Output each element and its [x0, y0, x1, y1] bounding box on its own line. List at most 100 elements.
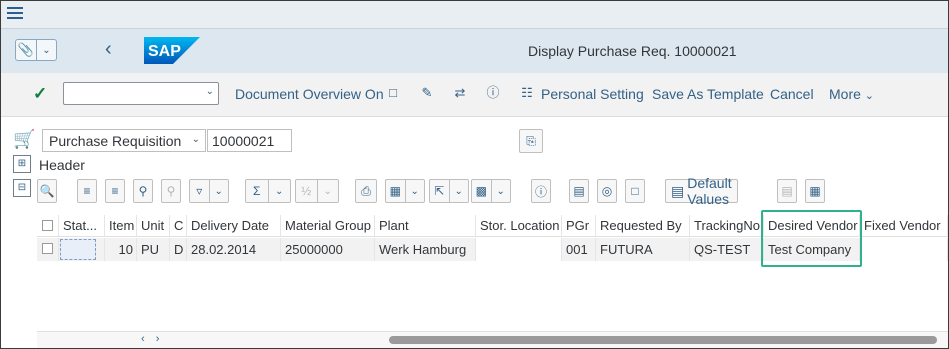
chevron-down-icon: ⌄ — [275, 185, 284, 197]
details-icon[interactable]: ▤ — [569, 179, 589, 203]
column-header-material-group[interactable]: Material Group — [281, 215, 375, 237]
chevron-down-icon: ⌄ — [496, 185, 505, 197]
row-select-cell[interactable] — [37, 238, 59, 261]
back-icon[interactable]: ‹ — [105, 38, 112, 61]
column-header-tracking-no[interactable]: TrackingNo — [690, 215, 764, 237]
export-icon: ⇱ — [434, 184, 445, 198]
find-icon[interactable]: ⚲ — [133, 179, 153, 203]
pgr-cell[interactable]: 001 — [562, 238, 596, 261]
select-all-checkbox[interactable] — [42, 220, 53, 231]
chevron-down-icon: ⌄ — [36, 40, 56, 60]
filter-icon: ▿ — [196, 184, 203, 198]
app-window: 📎 ⌄ ‹ SAP Display Purchase Req. 10000021… — [0, 0, 949, 349]
column-header-unit[interactable]: Unit — [137, 215, 170, 237]
document-type-value: Purchase Requisition — [49, 133, 182, 149]
svg-text:SAP: SAP — [148, 43, 181, 60]
personal-setting-button[interactable]: Personal Setting — [541, 86, 644, 102]
personal-setting-icon[interactable]: ☷ — [519, 85, 535, 101]
export-button[interactable]: ⇱ ⌄ — [429, 179, 469, 203]
column-header-fixed-vendor[interactable]: Fixed Vendor — [860, 215, 948, 237]
scrollbar-thumb[interactable] — [389, 336, 937, 344]
subtotal-icon: ½ — [301, 184, 312, 198]
scroll-arrows[interactable]: ‹ › — [141, 333, 163, 345]
checkmark-icon[interactable]: ✓ — [33, 84, 47, 104]
column-header-status[interactable]: Stat... — [59, 215, 105, 237]
document-icon[interactable]: □ — [385, 85, 401, 101]
other-document-icon[interactable]: ⎘ — [519, 129, 543, 153]
subtotal-button[interactable]: ½ ⌄ — [295, 179, 339, 203]
chevron-down-icon: ⌄ — [410, 185, 419, 197]
attachment-menu-button[interactable]: 📎 ⌄ — [15, 39, 57, 61]
requested-by-cell[interactable]: FUTURA — [596, 238, 690, 261]
shell-header: 📎 ⌄ ‹ SAP Display Purchase Req. 10000021 — [1, 29, 948, 73]
plant-cell[interactable]: Werk Hamburg — [375, 238, 476, 261]
delivery-date-cell[interactable]: 28.02.2014 — [187, 238, 281, 261]
sum-icon: Σ — [253, 184, 261, 198]
view-icon: ▦ — [389, 184, 401, 198]
fixed-vendor-cell[interactable] — [860, 238, 948, 261]
command-field[interactable]: ⌄ — [63, 82, 219, 105]
save-as-template-button[interactable]: Save As Template — [652, 86, 764, 102]
switch-icon[interactable]: ⇄ — [452, 85, 468, 101]
column-header-requested-by[interactable]: Requested By — [596, 215, 690, 237]
hamburger-icon[interactable] — [7, 7, 23, 21]
sap-logo: SAP — [144, 37, 200, 64]
more-button[interactable]: More ⌄ — [829, 86, 874, 102]
document-number-field[interactable]: 10000021 — [207, 129, 292, 152]
unit-cell[interactable]: PU — [137, 238, 170, 261]
cancel-button[interactable]: Cancel — [770, 86, 814, 102]
edit-icon[interactable]: ✎ — [419, 85, 435, 101]
account-assignment-icon[interactable]: ◎ — [597, 179, 617, 203]
sum-button[interactable]: Σ ⌄ — [245, 179, 291, 203]
print-icon[interactable]: ⎙ — [355, 179, 377, 203]
page-title: Display Purchase Req. 10000021 — [528, 43, 737, 59]
horizontal-scrollbar[interactable]: ‹ › — [37, 331, 948, 348]
desired-vendor-highlight — [761, 210, 862, 267]
copy-icon[interactable]: □ — [625, 179, 645, 203]
select-all-cell[interactable] — [37, 215, 59, 237]
cart-icon: 🛒 — [13, 129, 36, 149]
column-header-delivery-date[interactable]: Delivery Date — [187, 215, 281, 237]
column-header-stor-location[interactable]: Stor. Location — [476, 215, 562, 237]
default-values-label: Default Values — [687, 175, 732, 207]
chevron-down-icon: ⌄ — [323, 185, 332, 197]
expand-items-icon[interactable]: ⊟ — [13, 179, 31, 197]
application-toolbar: ✓ ⌄ Document Overview On □ ✎ ⇄ ⓘ ☷ Perso… — [1, 73, 948, 117]
chevron-down-icon: ⌄ — [454, 185, 463, 197]
status-cell[interactable] — [59, 238, 105, 261]
menu-bar — [1, 1, 948, 29]
info-icon[interactable]: ⓘ — [531, 179, 551, 203]
column-header-item[interactable]: Item — [105, 215, 137, 237]
calendar-icon[interactable]: ▦ — [805, 179, 825, 203]
expand-header-icon[interactable]: ⊞ — [13, 155, 31, 173]
default-values-icon: ▤ — [671, 182, 685, 199]
chevron-down-icon: ⌄ — [214, 185, 223, 197]
chevron-down-icon[interactable]: ⌄ — [206, 86, 214, 97]
info-icon[interactable]: ⓘ — [485, 85, 501, 101]
sort-descending-icon[interactable]: ≡ — [105, 179, 125, 203]
tracking-no-cell[interactable]: QS-TEST — [690, 238, 764, 261]
column-header-pgr[interactable]: PGr — [562, 215, 596, 237]
sort-ascending-icon[interactable]: ≡ — [77, 179, 97, 203]
status-focus — [60, 239, 96, 260]
material-group-cell[interactable]: 25000000 — [281, 238, 375, 261]
column-header-c[interactable]: C — [170, 215, 187, 237]
view-button[interactable]: ▦ ⌄ — [385, 179, 425, 203]
find-next-icon[interactable]: ⚲ — [161, 179, 181, 203]
search-icon[interactable]: 🔍 — [37, 179, 57, 203]
row-checkbox[interactable] — [42, 243, 53, 254]
chevron-down-icon: ⌄ — [864, 90, 875, 102]
header-label: Header — [39, 157, 85, 173]
layout-button[interactable]: ▩ ⌄ — [471, 179, 511, 203]
filter-button[interactable]: ▿ ⌄ — [189, 179, 229, 203]
paperclip-icon: 📎 — [17, 42, 35, 57]
default-values-button[interactable]: ▤ Default Values — [665, 175, 738, 207]
left-gutter — [9, 215, 36, 348]
column-header-plant[interactable]: Plant — [375, 215, 476, 237]
stor-location-cell[interactable] — [476, 238, 562, 261]
document-type-select[interactable]: Purchase Requisition ⌄ — [42, 129, 206, 152]
document-icon[interactable]: ▤ — [777, 179, 797, 203]
document-overview-button[interactable]: Document Overview On — [235, 86, 384, 102]
item-cell[interactable]: 10 — [105, 238, 137, 261]
c-cell[interactable]: D — [170, 238, 187, 261]
